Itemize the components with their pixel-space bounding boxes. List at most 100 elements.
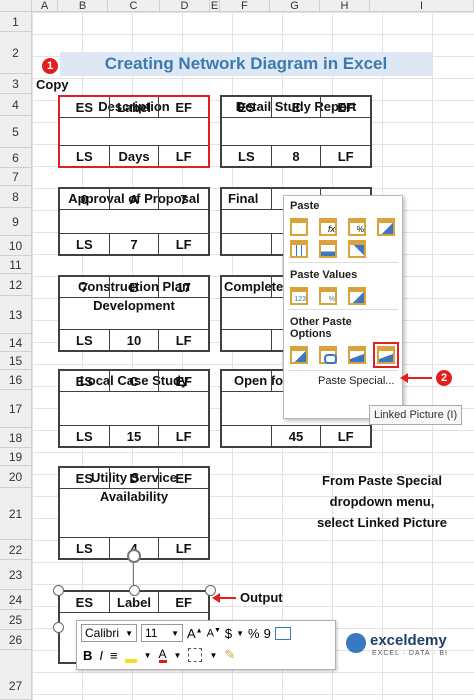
node-approval-ef[interactable]: 7 (159, 189, 208, 209)
output-es[interactable]: ES (60, 592, 110, 612)
row-header-26[interactable]: 26 (0, 630, 32, 650)
node-construction-ls[interactable]: LS (60, 330, 110, 350)
node-approval-lf[interactable]: LF (159, 234, 208, 254)
node-detail-es[interactable]: ES (222, 97, 272, 117)
select-all-corner[interactable] (0, 0, 32, 12)
row-header-3[interactable]: 3 (0, 74, 32, 94)
row-header-21[interactable]: 21 (0, 488, 32, 540)
percent-format-button[interactable]: % (248, 626, 260, 641)
node-local-days[interactable]: 15 (110, 426, 160, 446)
font-color-icon[interactable]: A (158, 648, 167, 663)
row-header-11[interactable]: 11 (0, 256, 32, 274)
node-legend[interactable]: ES Label EF Description LS Days LF (58, 95, 210, 168)
row-header-4[interactable]: 4 (0, 94, 32, 116)
row-header-12[interactable]: 12 (0, 274, 32, 296)
node-approval-label[interactable]: A (110, 189, 160, 209)
node-legend-ef[interactable]: EF (159, 97, 208, 117)
row-header-15[interactable]: 15 (0, 352, 32, 370)
chevron-down-icon[interactable]: ▼ (209, 651, 217, 660)
node-detail-lf[interactable]: LF (321, 146, 370, 166)
node-construction-label[interactable]: B (110, 277, 160, 297)
node-utility-ls[interactable]: LS (60, 538, 110, 558)
paste-formulas-number-format-icon[interactable]: % (348, 218, 366, 236)
decrease-font-size-icon[interactable]: A▼ (207, 627, 221, 640)
font-size-select[interactable]: 11 ▼ (141, 624, 183, 642)
linked-picture-icon[interactable] (373, 342, 399, 368)
paste-link-icon[interactable] (319, 346, 337, 364)
col-header-a[interactable]: A (32, 0, 58, 12)
node-legend-lf[interactable]: LF (159, 146, 208, 166)
col-header-e[interactable]: E (210, 0, 220, 12)
node-local-lf[interactable]: LF (159, 426, 208, 446)
node-utility-ef[interactable]: EF (159, 468, 208, 488)
row-header-8[interactable]: 8 (0, 186, 32, 208)
node-local-case[interactable]: ES C EF Local Case Study LS 15 LF (58, 369, 210, 448)
resize-handle-ml[interactable] (53, 622, 64, 633)
node-construction[interactable]: 7 B 17 Construction Plan Development LS 10 L… (58, 275, 210, 352)
chevron-down-icon[interactable]: ▼ (174, 651, 182, 660)
paste-values-icon[interactable]: 123 (290, 287, 308, 305)
currency-format-button[interactable]: $ (225, 626, 232, 641)
row-header-16[interactable]: 16 (0, 370, 32, 390)
paste-special-item[interactable]: Paste Special... (284, 373, 402, 387)
row-header-10[interactable]: 10 (0, 236, 32, 256)
font-name-select[interactable]: Calibri ▼ (81, 624, 137, 642)
chevron-down-icon[interactable]: ▼ (144, 651, 152, 660)
node-approval-ls[interactable]: LS (60, 234, 110, 254)
node-detail-days[interactable]: 8 (272, 146, 322, 166)
node-openfor-lf[interactable]: LF (321, 426, 370, 446)
col-header-c[interactable]: C (108, 0, 160, 12)
paste-transpose-icon[interactable] (348, 240, 366, 258)
paste-formulas-icon[interactable]: fx (319, 218, 337, 236)
col-header-h[interactable]: H (320, 0, 370, 12)
col-header-b[interactable]: B (58, 0, 108, 12)
increase-font-size-icon[interactable]: A▲ (187, 626, 203, 641)
node-construction-ef[interactable]: 17 (159, 277, 208, 297)
node-local-ls[interactable]: LS (60, 426, 110, 446)
row-header-23[interactable]: 23 (0, 560, 32, 590)
col-header-i[interactable]: I (370, 0, 474, 12)
paste-values-source-format-icon[interactable] (348, 287, 366, 305)
node-construction-days[interactable]: 10 (110, 330, 160, 350)
node-detail-ls[interactable]: LS (222, 146, 272, 166)
rotate-handle[interactable] (127, 549, 141, 563)
row-header-5[interactable]: 5 (0, 116, 32, 148)
paste-values-number-format-icon[interactable]: % (319, 287, 337, 305)
col-header-d[interactable]: D (160, 0, 210, 12)
paste-keep-source-icon[interactable] (377, 218, 395, 236)
node-utility-label[interactable]: D (110, 468, 160, 488)
row-header-25[interactable]: 25 (0, 610, 32, 630)
node-construction-es[interactable]: 7 (60, 277, 110, 297)
align-center-icon[interactable]: ≡ (110, 648, 118, 663)
bold-button[interactable]: B (83, 648, 92, 663)
col-header-g[interactable]: G (270, 0, 320, 12)
row-header-20[interactable]: 20 (0, 466, 32, 488)
paste-keep-column-widths-icon[interactable] (319, 240, 337, 258)
row-header-13[interactable]: 13 (0, 296, 32, 334)
col-header-f[interactable]: F (220, 0, 270, 12)
node-legend-days[interactable]: Days (110, 146, 160, 166)
node-local-es[interactable]: ES (60, 371, 110, 391)
resize-handle-tl[interactable] (53, 585, 64, 596)
comma-style-button[interactable]: 9 (264, 626, 271, 641)
row-header-27[interactable]: 27 (0, 650, 32, 700)
node-legend-label[interactable]: Label (110, 97, 160, 117)
row-header-22[interactable]: 22 (0, 540, 32, 560)
node-approval-days[interactable]: 7 (110, 234, 160, 254)
row-header-24[interactable]: 24 (0, 590, 32, 610)
node-approval[interactable]: 0A7 Approval of Proposal LS 7 LF (58, 187, 210, 256)
node-legend-ls[interactable]: LS (60, 146, 110, 166)
node-detail-study[interactable]: ES E EF Detail Study Report LS 8 LF (220, 95, 372, 168)
row-header-1[interactable]: 1 (0, 12, 32, 32)
node-utility[interactable]: ES D EF Utility Service Availability LS 4 LF (58, 466, 210, 560)
italic-button[interactable]: I (99, 648, 103, 663)
node-construction-lf[interactable]: LF (159, 330, 208, 350)
row-header-19[interactable]: 19 (0, 448, 32, 466)
row-header-2[interactable]: 2 (0, 32, 32, 74)
row-header-14[interactable]: 14 (0, 334, 32, 352)
resize-handle-tc[interactable] (129, 585, 140, 596)
node-openfor-days[interactable]: 45 (272, 426, 322, 446)
merge-center-icon[interactable] (274, 626, 291, 640)
row-header-9[interactable]: 9 (0, 208, 32, 236)
paste-icon[interactable] (290, 218, 308, 236)
